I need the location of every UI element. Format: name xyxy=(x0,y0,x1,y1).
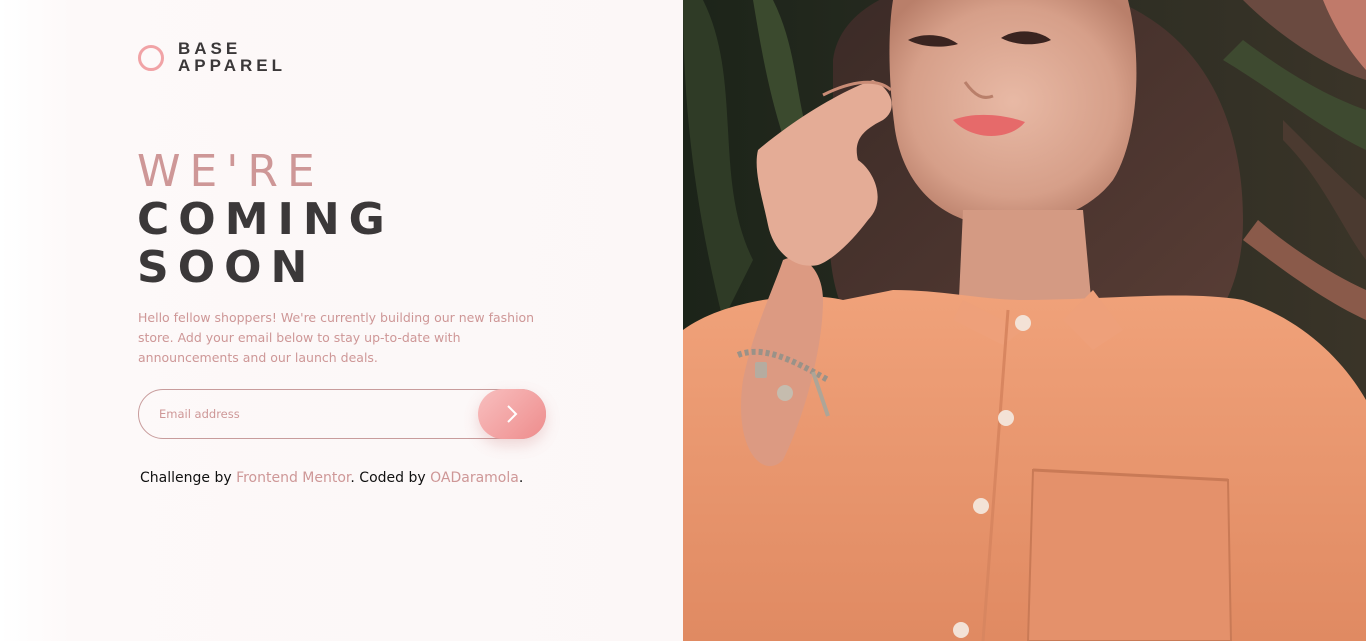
headline-line-2: COMING xyxy=(137,194,394,245)
attribution-prefix: Challenge by xyxy=(140,470,232,486)
brand-wordmark: BASE APPAREL xyxy=(178,40,286,74)
attribution: Challenge by Frontend Mentor. Coded by O… xyxy=(140,468,523,488)
hero-image xyxy=(683,0,1366,641)
attribution-middle: . Coded by xyxy=(350,470,426,486)
logo-ring-icon xyxy=(138,44,164,71)
headline-line-1: WE'RE xyxy=(137,146,324,197)
attribution-suffix: . xyxy=(518,470,524,486)
brand-line-1: BASE xyxy=(178,39,242,58)
submit-button[interactable] xyxy=(478,389,546,439)
intro-text: Hello fellow shoppers! We're currently b… xyxy=(138,310,535,365)
brand-line-2: APPAREL xyxy=(178,56,286,75)
headline-line-3: SOON xyxy=(137,242,317,293)
frontend-mentor-link[interactable]: Frontend Mentor xyxy=(236,470,350,486)
chevron-right-icon xyxy=(507,405,518,423)
page-title: WE'RE COMING SOON xyxy=(137,148,394,292)
coming-soon-page: BASE APPAREL WE'RE COMING SOON Hello fel… xyxy=(0,0,1366,641)
author-link[interactable]: OADaramola xyxy=(430,470,519,486)
brand-logo[interactable]: BASE APPAREL xyxy=(138,40,286,74)
hero-photo xyxy=(683,0,1366,641)
email-signup-form xyxy=(138,389,546,439)
content-panel: BASE APPAREL WE'RE COMING SOON Hello fel… xyxy=(0,0,683,641)
